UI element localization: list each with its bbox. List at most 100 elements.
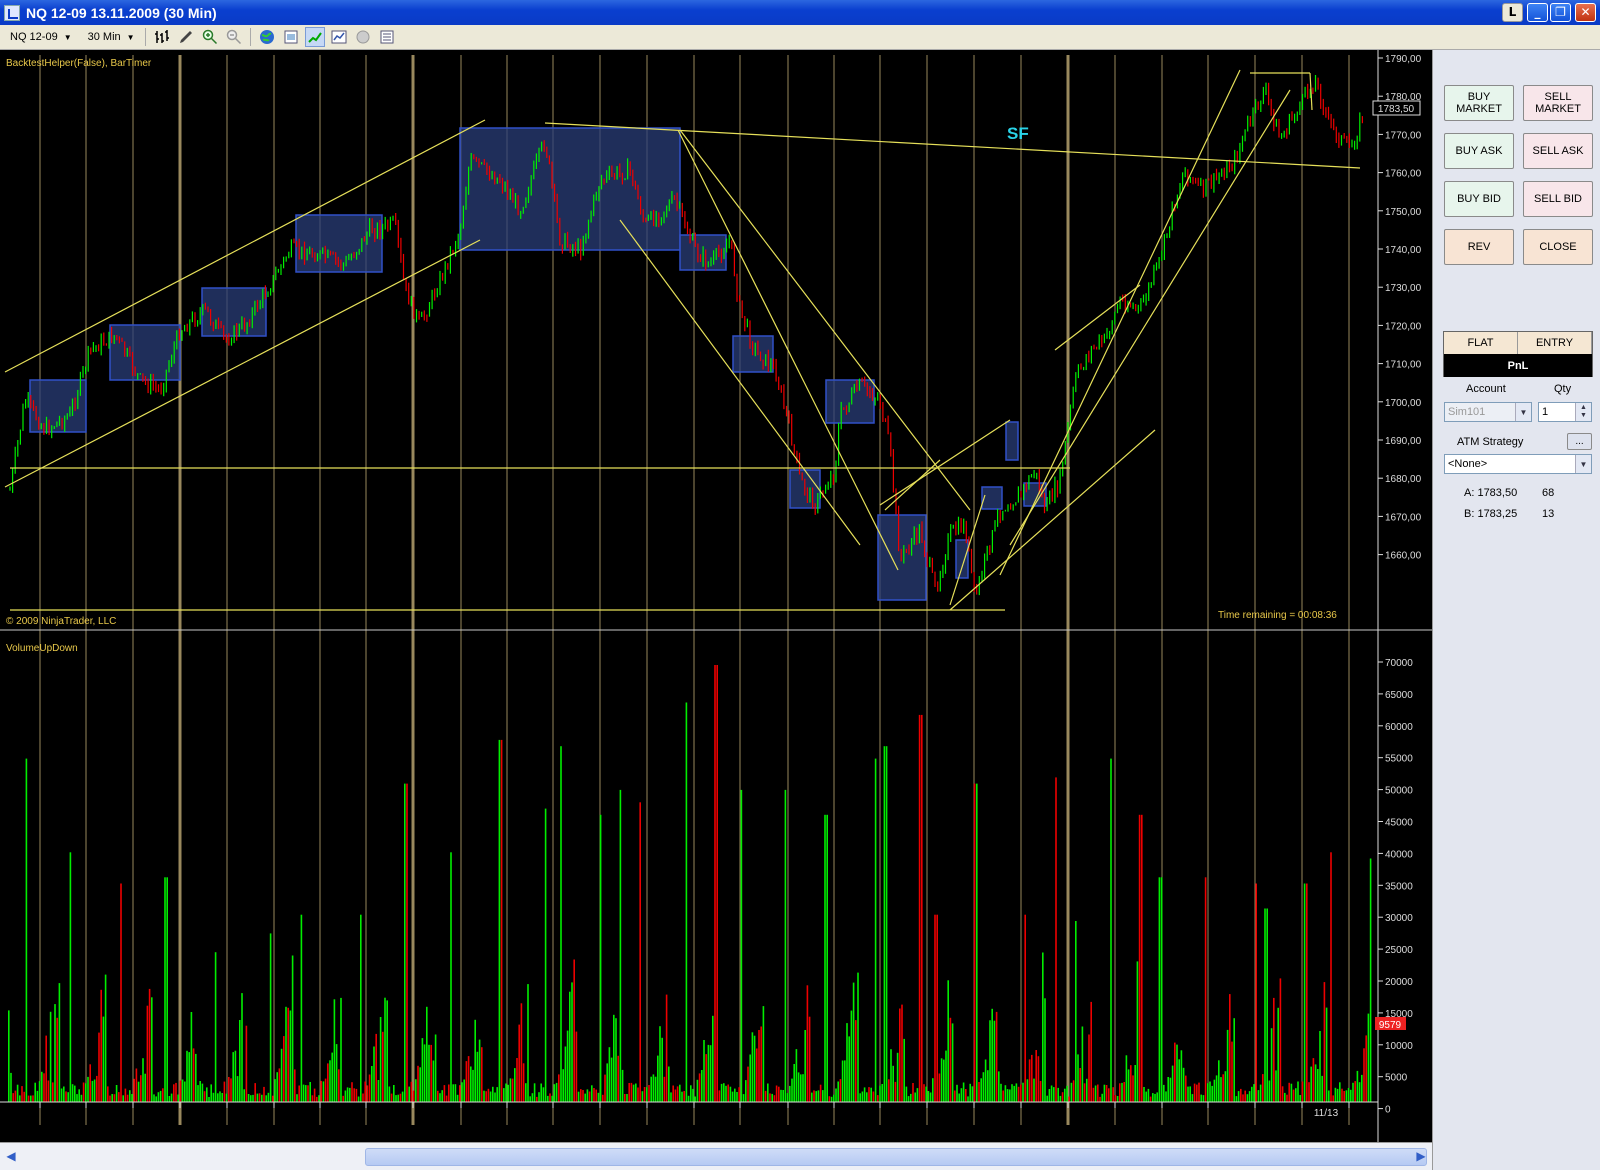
volume-bar [410, 1081, 413, 1102]
volume-bar [1312, 1058, 1315, 1102]
volume-bar [133, 1078, 135, 1102]
scroll-thumb[interactable] [365, 1148, 1427, 1166]
volume-bar [1110, 758, 1112, 1102]
volume-bar [903, 1038, 905, 1102]
volume-bar [351, 1082, 353, 1102]
volume-bar [1200, 1094, 1202, 1102]
volume-bar [283, 1036, 285, 1102]
sell-ask-button[interactable]: SELL ASK [1523, 133, 1593, 169]
volume-bar [1123, 1082, 1125, 1102]
atm-strategy-button[interactable]: ... [1567, 433, 1592, 450]
scroll-right-icon[interactable]: ▶ [1413, 1148, 1429, 1164]
atm-strategy-select[interactable]: <None> ▼ [1444, 454, 1592, 474]
volume-bar [1176, 1044, 1178, 1102]
volume-bar [245, 1025, 248, 1102]
volume-bar [531, 1093, 534, 1102]
close-position-button[interactable]: CLOSE [1523, 229, 1593, 265]
period-selector[interactable]: 30 Min ▼ [82, 27, 141, 47]
volume-bar [899, 1008, 901, 1102]
globe-icon[interactable] [257, 27, 277, 47]
volume-bar [751, 1032, 754, 1102]
atm-strategy-value: <None> [1448, 458, 1488, 470]
buy-market-button[interactable]: BUY MARKET [1444, 85, 1514, 121]
chevron-down-icon: ▼ [1575, 455, 1591, 473]
volume-bar [1064, 1088, 1066, 1102]
volume-bar [1198, 1082, 1200, 1102]
volume-bar [324, 1078, 327, 1102]
volume-bar [129, 1090, 131, 1102]
scroll-left-icon[interactable]: ◀ [3, 1148, 19, 1164]
strategy-icon[interactable] [353, 27, 373, 47]
volume-bar [434, 1034, 437, 1102]
volume-bar [1229, 994, 1231, 1102]
volume-bar [604, 1074, 606, 1102]
horizontal-scrollbar[interactable]: ◀ ▶ [0, 1142, 1432, 1170]
volume-bar [760, 1026, 762, 1102]
account-select[interactable]: Sim101 ▼ [1444, 402, 1532, 422]
link-button[interactable]: L [1502, 3, 1523, 22]
volume-bar [1185, 1075, 1187, 1102]
indicators-icon[interactable] [329, 27, 349, 47]
volume-bar [232, 1052, 234, 1102]
bar-type-icon[interactable] [152, 27, 172, 47]
qty-stepper[interactable]: 1 ▲ ▼ [1538, 402, 1592, 422]
volume-bar [452, 1084, 454, 1102]
sell-market-button[interactable]: SELL MARKET [1523, 85, 1593, 121]
volume-bar [1273, 997, 1275, 1102]
volume-bar [918, 714, 921, 1102]
volume-bar [1330, 852, 1332, 1102]
volume-bar [126, 1094, 129, 1102]
close-window-button[interactable]: ✕ [1575, 3, 1596, 22]
volume-bar [1321, 1075, 1323, 1102]
volume-bar [758, 1030, 760, 1102]
stepper-arrows-icon[interactable]: ▲ ▼ [1575, 403, 1591, 421]
buy-ask-button[interactable]: BUY ASK [1444, 133, 1514, 169]
properties-icon[interactable] [281, 27, 301, 47]
volume-bar [1130, 1065, 1132, 1102]
buy-bid-button[interactable]: BUY BID [1444, 181, 1514, 217]
instrument-selector[interactable]: NQ 12-09 ▼ [4, 27, 78, 47]
volume-bar [375, 1033, 377, 1102]
volume-bar [566, 1030, 569, 1102]
volume-bar [674, 1089, 677, 1102]
chart-trader-icon[interactable] [304, 27, 325, 47]
volume-bar [63, 1086, 65, 1102]
volume-bar [395, 1095, 397, 1102]
volume-bar [802, 1074, 804, 1102]
volume-bar [844, 1060, 846, 1102]
data-box-icon[interactable] [377, 27, 397, 47]
volume-bar [331, 1052, 333, 1102]
chart-area[interactable]: 1790,00 1780,00 1770,00 1760,00 1750,00 1740,… [0, 50, 1432, 1142]
volume-tick-label: 35000 [1385, 881, 1413, 892]
volume-bar [582, 1090, 584, 1102]
volume-tick-label: 30000 [1385, 913, 1413, 924]
volume-bar [291, 955, 294, 1102]
volume-bar [914, 1092, 916, 1102]
volume-bar [487, 1088, 490, 1102]
sf-annotation[interactable]: SF [1007, 124, 1029, 143]
restore-button[interactable]: ❐ [1550, 3, 1571, 22]
volume-bar [432, 1060, 435, 1102]
volume-bar [1055, 777, 1057, 1102]
chart-canvas[interactable]: 1790,001780,001770,001760,001750,001740,… [0, 50, 1432, 1142]
sell-bid-button[interactable]: SELL BID [1523, 181, 1593, 217]
reverse-button[interactable]: REV [1444, 229, 1514, 265]
volume-bar [1132, 1075, 1134, 1102]
drawing-tool-icon[interactable] [176, 27, 196, 47]
volume-bar [549, 1093, 551, 1102]
volume-bar [716, 665, 718, 1102]
volume-bar [1314, 1064, 1317, 1102]
zoom-out-icon[interactable] [224, 27, 244, 47]
volume-bar [1339, 1082, 1341, 1102]
minimize-button[interactable]: _ [1527, 3, 1548, 22]
volume-bar [12, 1093, 14, 1102]
volume-bar [60, 1088, 63, 1102]
volume-bar [1160, 877, 1163, 1102]
volume-bar [489, 1091, 492, 1102]
volume-bar [1209, 1081, 1211, 1102]
volume-bar [1165, 1091, 1167, 1102]
volume-bar [1075, 921, 1077, 1102]
zoom-in-icon[interactable] [200, 27, 220, 47]
volume-bar [82, 1082, 85, 1102]
volume-tick-label: 70000 [1385, 658, 1413, 669]
